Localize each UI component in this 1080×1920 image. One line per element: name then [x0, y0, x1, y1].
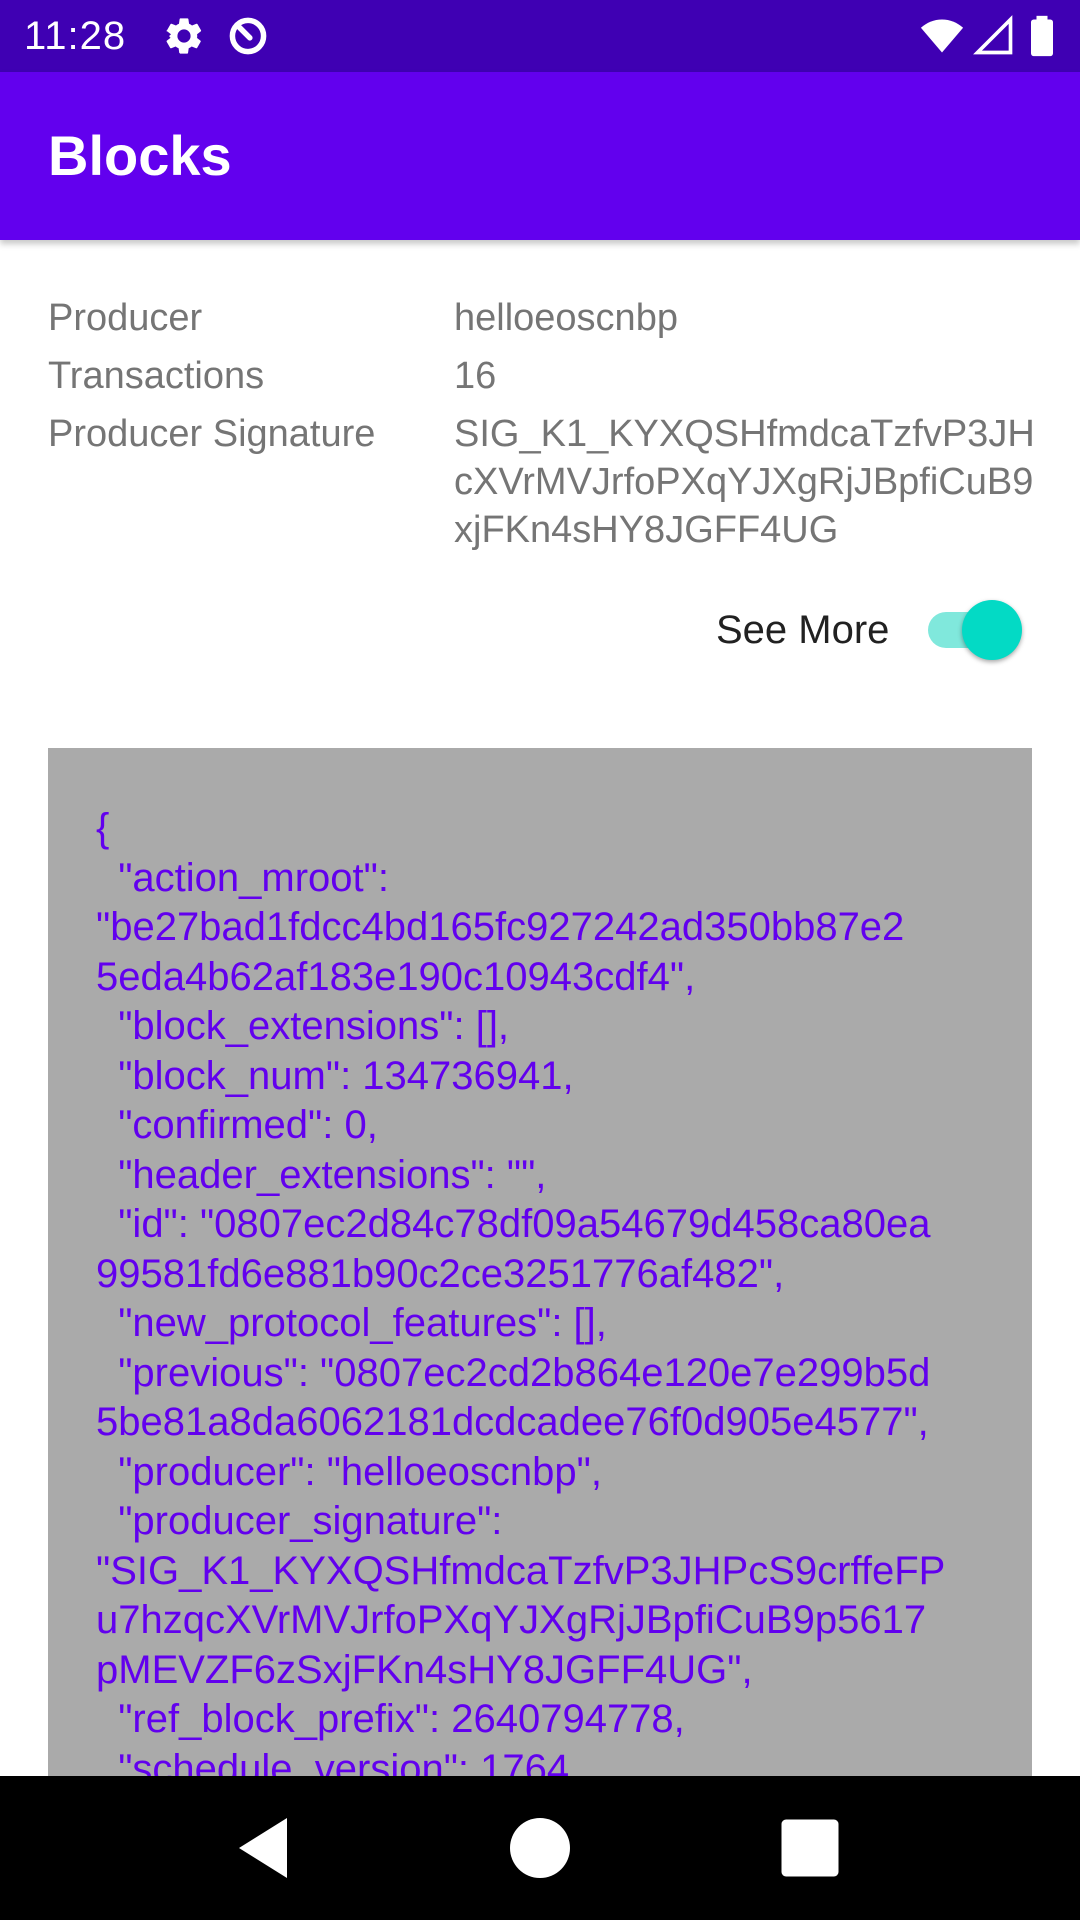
json-line: "id": "0807ec2d84c78df09a54679d458ca80ea [96, 1202, 931, 1246]
app-bar: Blocks [0, 72, 1080, 240]
see-more-label: See More [716, 608, 890, 652]
data-saver-icon [229, 17, 267, 55]
producer-signature-label: Producer Signature [48, 413, 376, 455]
recents-icon[interactable] [774, 1812, 846, 1884]
json-line: "header_extensions": "", [96, 1152, 547, 1197]
json-line: "block_extensions": [], [96, 1004, 510, 1048]
json-line: "SIG_K1_KYXQSHfmdcaTzfvP3JHPcS9crffeFP [96, 1548, 946, 1593]
wifi-icon [920, 19, 964, 53]
json-line: "previous": "0807ec2cd2b864e120e7e299b5d [96, 1350, 931, 1395]
transactions-label: Transactions [48, 355, 265, 397]
json-line: 99581fd6e881b90c2ce3251776af482", [96, 1251, 785, 1296]
json-line: "be27bad1fdcc4bd165fc927242ad350bb87e2 [96, 905, 905, 949]
page-title: Blocks [48, 124, 232, 187]
battery-icon [1031, 15, 1053, 57]
signal-icon [973, 15, 1013, 55]
producer-value: helloeoscnbp [454, 297, 678, 339]
signature-line: xjFKn4sHY8JGFF4UG [454, 509, 839, 551]
json-line: "ref_block_prefix": 2640794778, [96, 1697, 685, 1741]
producer-signature-value: SIG_K1_KYXQSHfmdcaTzfvP3JHPcS9crffeFPu7h… [454, 410, 1032, 554]
producer-label: Producer [48, 297, 203, 339]
json-line: 5eda4b62af183e190c10943cdf4", [96, 954, 696, 999]
json-line: "block_num": 134736941, [96, 1053, 574, 1098]
json-line: "new_protocol_features": [], [96, 1301, 607, 1345]
back-icon[interactable] [230, 1812, 302, 1884]
status-time: 11:28 [24, 14, 127, 58]
json-line: 5be81a8da6062181dcdcadee76f0d905e4577", [96, 1400, 929, 1444]
transactions-value: 16 [454, 355, 497, 397]
block-json-text: { "action_mroot": "be27bad1fdcc4bd165fc9… [96, 804, 1026, 1778]
json-line: "producer": "helloeoscnbp", [96, 1449, 602, 1494]
json-line: pMEVZF6zSxjFKn4sHY8JGFF4UG", [96, 1647, 753, 1692]
json-line: { [96, 806, 110, 850]
signature-line: cXVrMVJrfoPXqYJXgRjJBpfiCuB9p5617pMEVZF6… [454, 461, 1032, 503]
switch-thumb [962, 600, 1022, 660]
settings-gear-icon [166, 18, 202, 54]
json-line: "producer_signature": [96, 1499, 503, 1543]
json-line: "schedule_version": 1764, [96, 1746, 581, 1779]
signature-line: SIG_K1_KYXQSHfmdcaTzfvP3JHPcS9crffeFPu7h… [454, 413, 1032, 455]
see-more-switch[interactable] [924, 600, 1024, 660]
status-bar: 11:28 [0, 0, 1080, 72]
json-line: "confirmed": 0, [96, 1103, 378, 1147]
blocks-screen: 11:28 Blocks Producer helloeoscnbp Trans… [0, 0, 1080, 1920]
block-json-panel[interactable]: { "action_mroot": "be27bad1fdcc4bd165fc9… [48, 748, 1032, 1778]
home-icon[interactable] [504, 1812, 576, 1884]
json-line: u7hzqcXVrMVJrfoPXqYJXgRjJBpfiCuB9p5617 [96, 1598, 927, 1642]
json-line: "action_mroot": [96, 855, 389, 900]
navigation-bar [0, 1776, 1080, 1920]
